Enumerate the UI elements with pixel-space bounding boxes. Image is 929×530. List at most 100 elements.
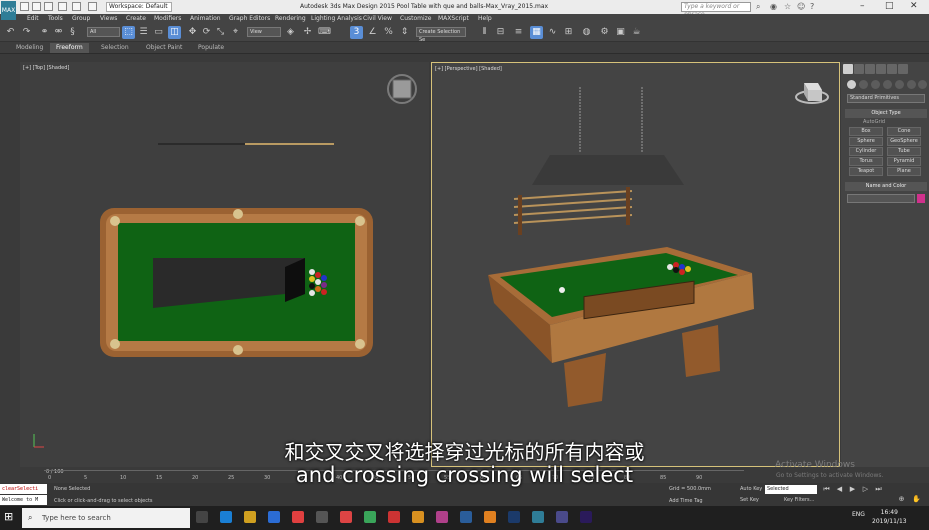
viewport-label[interactable]: [+] [Top] [Shaded] — [23, 65, 69, 71]
geosphere-button[interactable]: GeoSphere — [887, 137, 921, 146]
pivot-center-icon[interactable]: ◈ — [284, 26, 297, 39]
new-file-icon[interactable] — [20, 2, 29, 11]
user-icon[interactable]: ☺ — [797, 2, 805, 11]
viewport-perspective[interactable]: [+] [Perspective] [Shaded] — [431, 62, 840, 467]
photoshop-icon[interactable] — [508, 511, 520, 523]
utilities-tab-icon[interactable] — [898, 64, 908, 74]
tube-button[interactable]: Tube — [887, 147, 921, 156]
primitive-type-dropdown[interactable]: Standard Primitives — [847, 94, 925, 103]
link-icon[interactable]: ⚭ — [38, 26, 51, 39]
render-setup-icon[interactable]: ⚙ — [598, 26, 611, 39]
menu-group[interactable]: Group — [72, 15, 90, 22]
rendered-frame-window-icon[interactable]: ▣ — [614, 26, 627, 39]
space-warps-icon[interactable] — [907, 80, 916, 89]
motion-tab-icon[interactable] — [876, 64, 886, 74]
menu-edit[interactable]: Edit — [27, 15, 39, 22]
plane-button[interactable]: Plane — [887, 167, 921, 176]
menu-civil-view[interactable]: Civil View — [363, 15, 392, 22]
taskbar-search-box[interactable]: Type here to search — [22, 508, 190, 528]
maxscript-listener-output[interactable]: Welcome to M — [0, 495, 47, 505]
minimize-icon[interactable]: – — [860, 1, 865, 11]
helpers-icon[interactable] — [895, 80, 904, 89]
language-indicator[interactable]: ENG — [852, 511, 865, 518]
keyboard-shortcut-icon[interactable]: ⌨ — [318, 26, 331, 39]
tab-freeform[interactable]: Freeform — [50, 43, 89, 53]
menu-maxscript[interactable]: MAXScript — [438, 15, 469, 22]
open-file-icon[interactable] — [32, 2, 41, 11]
align-icon[interactable]: ⊟ — [494, 26, 507, 39]
acrobat-icon[interactable] — [292, 511, 304, 523]
unlink-icon[interactable]: ⚮ — [52, 26, 65, 39]
systems-icon[interactable] — [918, 80, 927, 89]
torus-button[interactable]: Torus — [849, 157, 883, 166]
app-icon[interactable] — [412, 511, 424, 523]
zoom-icon[interactable]: ⊕ — [897, 495, 906, 504]
place-icon[interactable]: ⌖ — [229, 26, 242, 39]
tab-selection[interactable]: Selection — [101, 44, 129, 51]
keyword-search-input[interactable]: Type a keyword or phrase — [681, 2, 751, 18]
object-name-field[interactable] — [847, 194, 915, 203]
app-icon[interactable] — [436, 511, 448, 523]
cone-button[interactable]: Cone — [887, 127, 921, 136]
box-button[interactable]: Box — [849, 127, 883, 136]
mail-icon[interactable] — [268, 511, 280, 523]
account-icon[interactable]: ◉ — [770, 2, 777, 11]
modify-tab-icon[interactable] — [854, 64, 864, 74]
graphite-ribbon-icon[interactable]: ▦ — [530, 26, 543, 39]
menu-lighting-analysis[interactable]: Lighting Analysis — [311, 15, 362, 22]
help-icon[interactable]: ? — [810, 2, 814, 11]
select-object-icon[interactable]: ⬚ — [122, 26, 135, 39]
key-filters-button[interactable]: Key Filters... — [784, 497, 814, 503]
redo-icon[interactable] — [72, 2, 81, 11]
set-key-button[interactable]: Set Key — [740, 497, 759, 503]
window-crossing-icon[interactable]: ◫ — [168, 26, 181, 39]
add-time-tag-button[interactable]: Add Time Tag — [669, 498, 703, 504]
hierarchy-tab-icon[interactable] — [865, 64, 875, 74]
spinner-snap-icon[interactable]: ⇕ — [398, 26, 411, 39]
tab-modeling[interactable]: Modeling — [16, 44, 43, 51]
workspace-dropdown[interactable]: Workspace: Default — [106, 2, 172, 12]
edge-icon[interactable] — [220, 511, 232, 523]
maximize-icon[interactable]: □ — [885, 1, 894, 11]
menu-customize[interactable]: Customize — [400, 15, 432, 22]
search-icon[interactable]: ⌕ — [756, 2, 760, 12]
app-logo[interactable]: MAX — [1, 1, 16, 20]
system-clock[interactable]: 16:49 2019/11/13 — [872, 508, 907, 526]
save-file-icon[interactable] — [44, 2, 53, 11]
lights-icon[interactable] — [871, 80, 880, 89]
rotate-icon[interactable]: ⟳ — [200, 26, 213, 39]
app-icon[interactable] — [460, 511, 472, 523]
rectangular-selection-icon[interactable]: ▭ — [152, 26, 165, 39]
cylinder-button[interactable]: Cylinder — [849, 147, 883, 156]
manipulate-icon[interactable]: ✢ — [301, 26, 314, 39]
cameras-icon[interactable] — [883, 80, 892, 89]
pyramid-button[interactable]: Pyramid — [887, 157, 921, 166]
display-tab-icon[interactable] — [887, 64, 897, 74]
undo-icon[interactable] — [58, 2, 67, 11]
app-icon[interactable] — [556, 511, 568, 523]
menu-tools[interactable]: Tools — [48, 15, 63, 22]
layer-manager-icon[interactable]: ≡ — [512, 26, 525, 39]
menu-create[interactable]: Create — [126, 15, 146, 22]
windows-start-icon[interactable]: ⊞ — [4, 511, 16, 523]
move-icon[interactable]: ✥ — [186, 26, 199, 39]
mirror-icon[interactable]: ⫴ — [478, 26, 491, 39]
shapes-icon[interactable] — [859, 80, 868, 89]
angle-snap-icon[interactable]: ∠ — [366, 26, 379, 39]
3dsmax-icon[interactable] — [532, 511, 544, 523]
close-icon[interactable]: ✕ — [910, 1, 918, 11]
menu-animation[interactable]: Animation — [190, 15, 221, 22]
task-view-icon[interactable] — [196, 511, 208, 523]
create-tab-icon[interactable] — [843, 64, 853, 74]
percent-snap-icon[interactable]: % — [382, 26, 395, 39]
redo-icon[interactable]: ↷ — [20, 26, 33, 39]
project-folder-icon[interactable] — [88, 2, 97, 11]
schematic-view-icon[interactable]: ⊞ — [562, 26, 575, 39]
bind-space-warp-icon[interactable]: § — [66, 26, 79, 39]
tab-populate[interactable]: Populate — [198, 44, 224, 51]
menu-modifiers[interactable]: Modifiers — [154, 15, 181, 22]
foxit-icon[interactable] — [388, 511, 400, 523]
snaps-toggle-icon[interactable]: 3 — [350, 26, 363, 39]
star-icon[interactable]: ☆ — [784, 2, 791, 11]
select-by-name-icon[interactable]: ☰ — [137, 26, 150, 39]
